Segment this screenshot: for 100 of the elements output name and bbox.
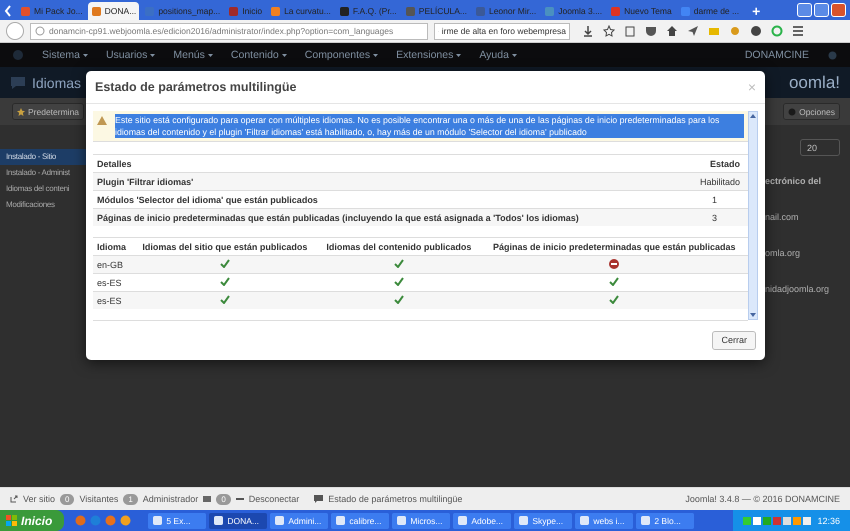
taskbar-button[interactable]: Admini... xyxy=(270,512,328,528)
modal-title: Estado de parámetros multilingüe xyxy=(95,80,296,94)
star-icon[interactable] xyxy=(603,25,615,37)
table-cell: Habilitado xyxy=(685,172,748,190)
external-link-icon xyxy=(10,495,18,503)
menu-item[interactable]: Sistema xyxy=(42,49,88,61)
new-tab-button[interactable]: + xyxy=(752,2,760,20)
favicon-icon xyxy=(274,515,286,526)
browser-tab[interactable]: F.A.Q. (Pr... xyxy=(336,2,400,20)
close-dialog-button[interactable]: Cerrar xyxy=(712,330,756,350)
windows-logo-icon xyxy=(6,515,17,526)
favicon-icon xyxy=(640,515,652,526)
favicon-icon xyxy=(610,6,622,16)
table-cell: nidadjoomla.org xyxy=(765,284,830,294)
arrow-down-icon[interactable] xyxy=(750,313,756,317)
browser-tab[interactable]: Inicio xyxy=(225,2,266,20)
taskbar-button[interactable]: DONA... xyxy=(209,512,268,528)
envelope-icon xyxy=(203,496,212,502)
pocket-icon[interactable] xyxy=(645,25,657,37)
version-text: Joomla! 3.4.8 — © 2016 DONAMCINE xyxy=(685,494,840,504)
browser-tab[interactable]: Joomla 3.... xyxy=(541,2,606,20)
menu-icon[interactable] xyxy=(792,25,804,37)
favicon-icon xyxy=(228,6,240,16)
column-header: ectrónico del xyxy=(765,176,822,186)
browser-tab[interactable]: La curvatu... xyxy=(267,2,334,20)
taskbar-button[interactable]: Micros... xyxy=(392,512,450,528)
favicon-icon xyxy=(544,6,556,16)
list-limit-select[interactable]: 20 xyxy=(800,139,840,156)
browser-tab[interactable]: positions_map... xyxy=(141,2,224,20)
caret-icon xyxy=(512,54,517,56)
favicon-icon xyxy=(404,6,416,16)
table-cell: omla.org xyxy=(765,248,800,258)
menu-item[interactable]: Componentes xyxy=(304,49,378,61)
taskbar-button[interactable]: calibre... xyxy=(331,512,390,528)
circle-icon[interactable] xyxy=(771,25,783,37)
clipboard-icon[interactable] xyxy=(624,25,636,37)
chevron-left-icon[interactable] xyxy=(4,5,12,17)
menu-item[interactable]: Contenido xyxy=(230,49,287,61)
joomla-logo: oomla! xyxy=(788,72,840,92)
count-badge: 0 xyxy=(60,494,74,504)
options-button[interactable]: Opciones xyxy=(783,103,840,120)
close-button[interactable] xyxy=(831,3,846,17)
favicon-icon xyxy=(579,515,590,526)
logout-link[interactable]: Desconectar xyxy=(248,494,300,504)
status-label: Administrador xyxy=(142,494,198,504)
favicon-icon xyxy=(20,6,31,16)
taskbar-button[interactable]: 2 Blo... xyxy=(636,512,694,528)
menu-item[interactable]: Usuarios xyxy=(106,49,156,61)
browser-tab[interactable]: PELÍCULA... xyxy=(402,2,470,20)
menu-item[interactable]: Menús xyxy=(173,49,213,61)
menu-item[interactable]: Extensiones xyxy=(396,49,462,61)
table-cell: 3 xyxy=(685,208,748,226)
taskbar-button[interactable]: Skype... xyxy=(514,512,572,528)
status-label: Visitantes xyxy=(79,494,118,504)
menu-item[interactable]: Ayuda xyxy=(479,49,517,61)
browser-tab[interactable]: darme de ... xyxy=(676,2,742,20)
favicon-icon xyxy=(680,6,691,16)
send-icon[interactable] xyxy=(687,25,699,37)
caret-icon xyxy=(208,54,213,56)
clock: 12:36 xyxy=(817,516,840,526)
caret-icon xyxy=(373,54,378,56)
browser-tab[interactable]: DONA... xyxy=(88,2,140,20)
sidebar-item[interactable]: Instalado - Sitio xyxy=(0,149,86,165)
favicon-icon xyxy=(457,515,468,526)
multilingual-status-link[interactable]: Estado de parámetros multilingüe xyxy=(328,494,462,504)
table-cell: nail.com xyxy=(765,212,799,222)
warning-icon xyxy=(97,116,107,125)
minimize-button[interactable] xyxy=(797,3,812,17)
taskbar-button[interactable]: 5 Ex... xyxy=(148,512,206,528)
sidebar-item[interactable]: Idiomas del conteni xyxy=(0,181,86,197)
table-cell: es-ES xyxy=(93,292,132,309)
caret-icon xyxy=(150,54,156,56)
search-field[interactable]: irme de alta en foro webempresa xyxy=(434,22,570,40)
favicon-icon xyxy=(152,515,164,526)
quick-launch-icon[interactable] xyxy=(120,515,132,526)
table-cell: Plugin 'Filtrar idiomas' xyxy=(93,172,686,190)
favicon-icon xyxy=(518,515,530,526)
browser-tab[interactable]: Leonor Mir... xyxy=(472,2,540,20)
caret-icon xyxy=(282,54,287,56)
start-button[interactable]: Inicio xyxy=(0,510,64,531)
star-icon xyxy=(17,108,25,116)
sidebar-item[interactable]: Instalado - Administ xyxy=(0,165,86,181)
favicon-icon xyxy=(213,515,224,526)
user-menu[interactable]: DONAMCINE xyxy=(744,49,809,61)
browser-tab[interactable]: Mi Pack Jo... xyxy=(17,2,86,20)
view-site-link[interactable]: Ver sitio xyxy=(23,494,56,504)
home-icon[interactable] xyxy=(666,25,678,37)
scrollbar[interactable] xyxy=(748,111,758,320)
taskbar-button[interactable]: webs i... xyxy=(575,512,634,528)
browser-tab[interactable]: Nuevo Tema xyxy=(607,2,675,20)
default-button[interactable]: Predetermina xyxy=(12,103,84,120)
alert-text: Este sitio está configurado para operar con múltiples idiomas. No es posible encontrar una o más de una de las páginas de inicio predeterminadas para los idiomas del contenido y el plugin 'Filtrar idiomas' está habilitado, o, hay más de un módulo 'Selector del idioma' publicado xyxy=(115,114,744,138)
download-icon[interactable] xyxy=(582,25,594,37)
sidebar-item[interactable]: Modificaciones xyxy=(0,197,86,213)
taskbar-button[interactable]: Adobe... xyxy=(453,512,512,528)
arrow-up-icon[interactable] xyxy=(750,114,756,118)
maximize-button[interactable] xyxy=(814,3,829,17)
favicon-icon xyxy=(90,6,102,16)
address-field[interactable]: donamcin-cp91.webjoomla.es/edicion2016/administrator/index.php?option=com_languages xyxy=(30,22,428,40)
favicon-icon xyxy=(270,6,282,16)
